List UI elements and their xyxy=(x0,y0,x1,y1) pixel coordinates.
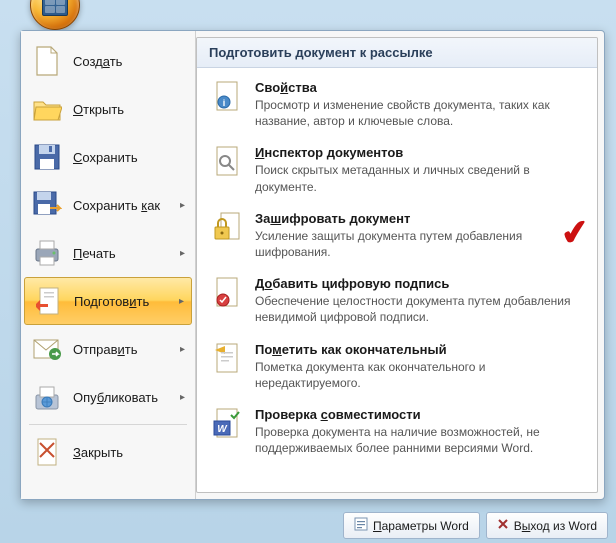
submenu-item-desc: Усиление защиты документа путем добавлен… xyxy=(255,228,585,260)
submenu-item-title: Инспектор документов xyxy=(255,145,585,160)
menu-item-close-doc[interactable]: Закрыть xyxy=(21,428,195,476)
submenu-item-desc: Поиск скрытых метаданных и личных сведен… xyxy=(255,162,585,194)
menu-item-label: Подготовить xyxy=(74,294,175,309)
submenu-arrow-icon: ▸ xyxy=(180,344,185,355)
menu-item-open-folder[interactable]: Открыть xyxy=(21,85,195,133)
encrypt-icon xyxy=(209,211,243,245)
menu-item-print[interactable]: Печать ▸ xyxy=(21,229,195,277)
menu-item-label: Печать xyxy=(73,246,176,261)
submenu-item-title: Свойства xyxy=(255,80,585,95)
submenu-header: Подготовить документ к рассылке xyxy=(197,38,597,68)
compat-icon: W xyxy=(209,407,243,441)
left-menu-pane: СоздатьОткрытьСохранитьСохранить как▸Печ… xyxy=(21,31,196,499)
submenu-item-final[interactable]: Пометить как окончательный Пометка докуме… xyxy=(197,334,597,399)
menu-item-send-mail[interactable]: Отправить ▸ xyxy=(21,325,195,373)
final-icon xyxy=(209,342,243,376)
submenu-item-compat[interactable]: W Проверка совместимости Проверка документ… xyxy=(197,399,597,464)
submenu-item-desc: Пометка документа как окончательного и н… xyxy=(255,359,585,391)
submenu-arrow-icon: ▸ xyxy=(180,248,185,259)
submenu-item-title: Зашифровать документ xyxy=(255,211,585,226)
bottom-bar: Параметры Word Выход из Word xyxy=(343,512,608,539)
exit-word-button[interactable]: Выход из Word xyxy=(486,512,608,539)
menu-item-save-disk[interactable]: Сохранить xyxy=(21,133,195,181)
menu-item-label: Сохранить как xyxy=(73,198,176,213)
submenu-item-title: Проверка совместимости xyxy=(255,407,585,422)
menu-divider xyxy=(29,424,187,425)
office-logo-icon xyxy=(42,0,68,16)
menu-item-label: Открыть xyxy=(73,102,185,117)
word-options-button[interactable]: Параметры Word xyxy=(343,512,480,539)
publish-icon xyxy=(31,381,63,413)
submenu-item-encrypt[interactable]: Зашифровать документ Усиление защиты доку… xyxy=(197,203,597,268)
save-as-icon xyxy=(31,189,63,221)
submenu-item-desc: Просмотр и изменение свойств документа, … xyxy=(255,97,585,129)
menu-item-label: Сохранить xyxy=(73,150,185,165)
menu-item-save-as[interactable]: Сохранить как ▸ xyxy=(21,181,195,229)
close-doc-icon xyxy=(31,436,63,468)
menu-item-publish[interactable]: Опубликовать ▸ xyxy=(21,373,195,421)
properties-icon: i xyxy=(209,80,243,114)
right-submenu-pane: Подготовить документ к рассылке i Свойств… xyxy=(196,37,598,493)
office-menu: СоздатьОткрытьСохранитьСохранить как▸Печ… xyxy=(20,30,605,500)
office-button[interactable] xyxy=(30,0,80,30)
menu-item-label: Опубликовать xyxy=(73,390,176,405)
save-disk-icon xyxy=(31,141,63,173)
submenu-item-signature[interactable]: Добавить цифровую подпись Обеспечение цел… xyxy=(197,268,597,333)
submenu-item-properties[interactable]: i Свойства Просмотр и изменение свойств до… xyxy=(197,72,597,137)
signature-icon xyxy=(209,276,243,310)
word-options-label: Параметры Word xyxy=(373,519,469,533)
submenu-item-desc: Обеспечение целостности документа путем … xyxy=(255,293,585,325)
submenu-item-desc: Проверка документа на наличие возможност… xyxy=(255,424,585,456)
menu-item-prepare[interactable]: Подготовить ▸ xyxy=(24,277,192,325)
submenu-arrow-icon: ▸ xyxy=(180,392,185,403)
submenu-arrow-icon: ▸ xyxy=(179,296,184,307)
submenu-item-title: Добавить цифровую подпись xyxy=(255,276,585,291)
prepare-icon xyxy=(32,285,64,317)
print-icon xyxy=(31,237,63,269)
inspect-icon xyxy=(209,145,243,179)
submenu-item-inspect[interactable]: Инспектор документов Поиск скрытых метада… xyxy=(197,137,597,202)
close-icon xyxy=(497,518,509,533)
open-folder-icon xyxy=(31,93,63,125)
submenu-arrow-icon: ▸ xyxy=(180,200,185,211)
svg-text:i: i xyxy=(223,98,226,108)
menu-item-label: Создать xyxy=(73,54,185,69)
menu-item-new-doc[interactable]: Создать xyxy=(21,37,195,85)
exit-word-label: Выход из Word xyxy=(514,519,597,533)
send-mail-icon xyxy=(31,333,63,365)
menu-item-label: Отправить xyxy=(73,342,176,357)
submenu-item-title: Пометить как окончательный xyxy=(255,342,585,357)
options-icon xyxy=(354,517,368,534)
svg-text:W: W xyxy=(217,424,228,435)
new-doc-icon xyxy=(31,45,63,77)
menu-item-label: Закрыть xyxy=(73,445,185,460)
